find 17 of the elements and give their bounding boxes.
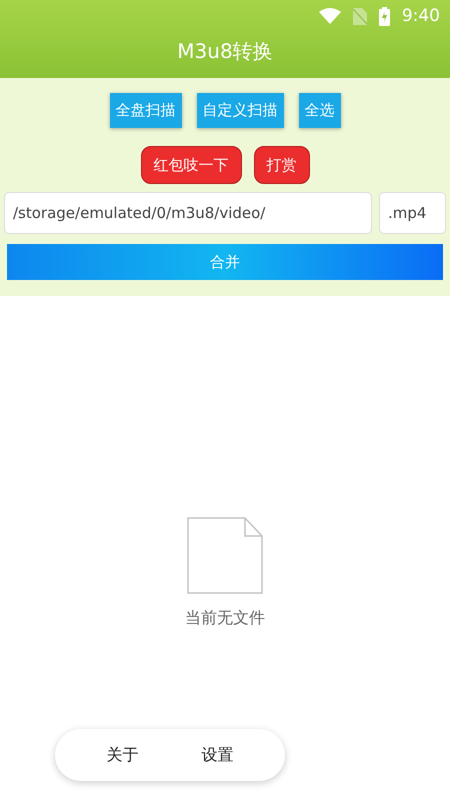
extension-field[interactable]: .mp4 — [379, 192, 446, 234]
nav-link[interactable]: 设置 — [202, 744, 234, 766]
app-title: M3u8转换 — [176, 38, 274, 65]
scan-button[interactable]: 自定义扫描 — [196, 93, 284, 128]
action-button[interactable]: 打赏 — [254, 146, 310, 184]
no-sim-icon — [352, 8, 367, 24]
wifi-icon — [318, 8, 341, 24]
action-button[interactable]: 红包吱一下 — [140, 146, 242, 184]
clock-time: 9:40 — [402, 6, 440, 26]
empty-file-icon — [187, 516, 263, 594]
scan-button[interactable]: 全盘扫描 — [110, 93, 182, 128]
empty-message: 当前无文件 — [185, 608, 265, 628]
path-field[interactable]: /storage/emulated/0/m3u8/video/ — [4, 192, 372, 234]
scan-button[interactable]: 全选 — [298, 93, 340, 128]
nav-link[interactable]: 关于 — [106, 744, 138, 766]
battery-charging-icon — [378, 6, 390, 26]
merge-button[interactable]: 合并 — [7, 244, 443, 280]
